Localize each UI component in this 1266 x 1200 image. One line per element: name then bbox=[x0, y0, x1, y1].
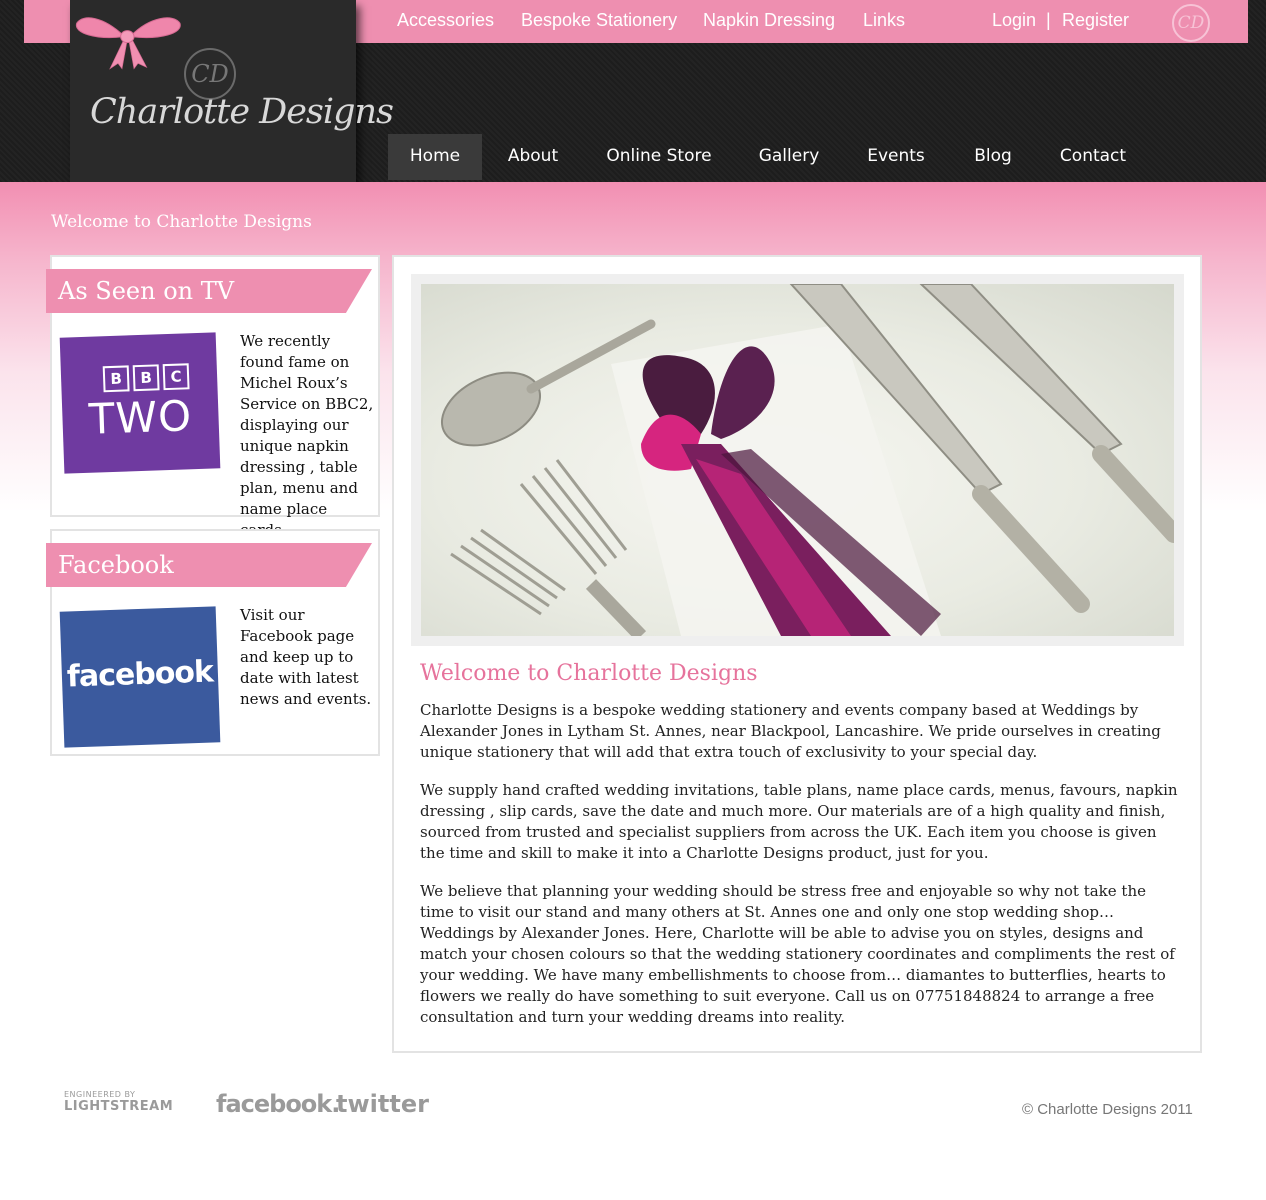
as-seen-on-tv-heading: As Seen on TV bbox=[46, 269, 372, 313]
toplink-napkin-dressing[interactable]: Napkin Dressing bbox=[703, 10, 835, 31]
top-bar-tail bbox=[1218, 0, 1246, 43]
footer-facebook-link[interactable]: facebook. bbox=[216, 1090, 340, 1118]
main-content: Welcome to Charlotte Designs Charlotte D… bbox=[392, 255, 1202, 1053]
napkin-cutlery-illustration bbox=[440, 284, 1174, 636]
intro-paragraph: Charlotte Designs is a bespoke wedding s… bbox=[420, 701, 1161, 761]
tv-description: We recently found fame on Michel Roux’s … bbox=[240, 332, 374, 539]
facebook-description: Visit our Facebook page and keep up to d… bbox=[240, 606, 372, 708]
services-paragraph: We supply hand crafted wedding invitatio… bbox=[420, 781, 1178, 862]
login-separator: | bbox=[1046, 10, 1051, 30]
planning-paragraph: We believe that planning your wedding sh… bbox=[420, 882, 1175, 1026]
lightstream-logo: LIGHTSTREAM bbox=[64, 1099, 174, 1114]
monogram-icon: CD bbox=[1172, 4, 1210, 42]
facebook-logo[interactable]: facebook bbox=[59, 606, 221, 748]
lightstream-credit[interactable]: ENGINEERED BY LIGHTSTREAM bbox=[64, 1090, 173, 1114]
site-header: Accessories Bespoke Stationery Napkin Dr… bbox=[0, 0, 1266, 186]
content-title: Welcome to Charlotte Designs bbox=[420, 661, 758, 686]
nav-about[interactable]: About bbox=[496, 134, 570, 180]
toplink-accessories[interactable]: Accessories bbox=[397, 10, 494, 31]
bbc-letter: C bbox=[162, 363, 190, 391]
toplink-links[interactable]: Links bbox=[863, 10, 905, 31]
facebook-logo-word: facebook bbox=[66, 654, 214, 695]
ribbon-bow-icon bbox=[76, 17, 181, 70]
nav-contact[interactable]: Contact bbox=[1054, 134, 1132, 180]
bbc-blocks: B B C bbox=[102, 363, 190, 393]
site-logo-text: Charlotte Designs bbox=[90, 92, 394, 132]
nav-online-store[interactable]: Online Store bbox=[600, 134, 718, 180]
facebook-heading: Facebook bbox=[46, 543, 372, 587]
register-link[interactable]: Register bbox=[1062, 10, 1129, 31]
as-seen-on-tv-box: As Seen on TV B B C TWO We recently foun… bbox=[46, 255, 380, 539]
engineered-by-label: ENGINEERED BY bbox=[64, 1090, 136, 1099]
top-utility-bar: Accessories Bespoke Stationery Napkin Dr… bbox=[352, 0, 1248, 43]
bbc-letter: B bbox=[102, 365, 130, 393]
hero-photo-frame bbox=[411, 274, 1184, 646]
welcome-strapline: Welcome to Charlotte Designs bbox=[51, 212, 312, 232]
facebook-box: Facebook facebook Visit our Facebook pag… bbox=[46, 529, 380, 756]
nav-gallery[interactable]: Gallery bbox=[750, 134, 828, 180]
login-link[interactable]: Login bbox=[992, 10, 1036, 31]
bbc-two-word: TWO bbox=[88, 391, 193, 444]
toplink-bespoke-stationery[interactable]: Bespoke Stationery bbox=[521, 10, 677, 31]
nav-home[interactable]: Home bbox=[388, 134, 482, 180]
footer-twitter-link[interactable]: twitter bbox=[336, 1090, 429, 1118]
hero-photo bbox=[421, 284, 1174, 636]
nav-events[interactable]: Events bbox=[860, 134, 932, 180]
copyright-text: © Charlotte Designs 2011 bbox=[1022, 1101, 1193, 1118]
nav-blog[interactable]: Blog bbox=[966, 134, 1020, 180]
bbc-two-logo[interactable]: B B C TWO bbox=[59, 332, 221, 474]
bbc-letter: B bbox=[132, 364, 160, 392]
